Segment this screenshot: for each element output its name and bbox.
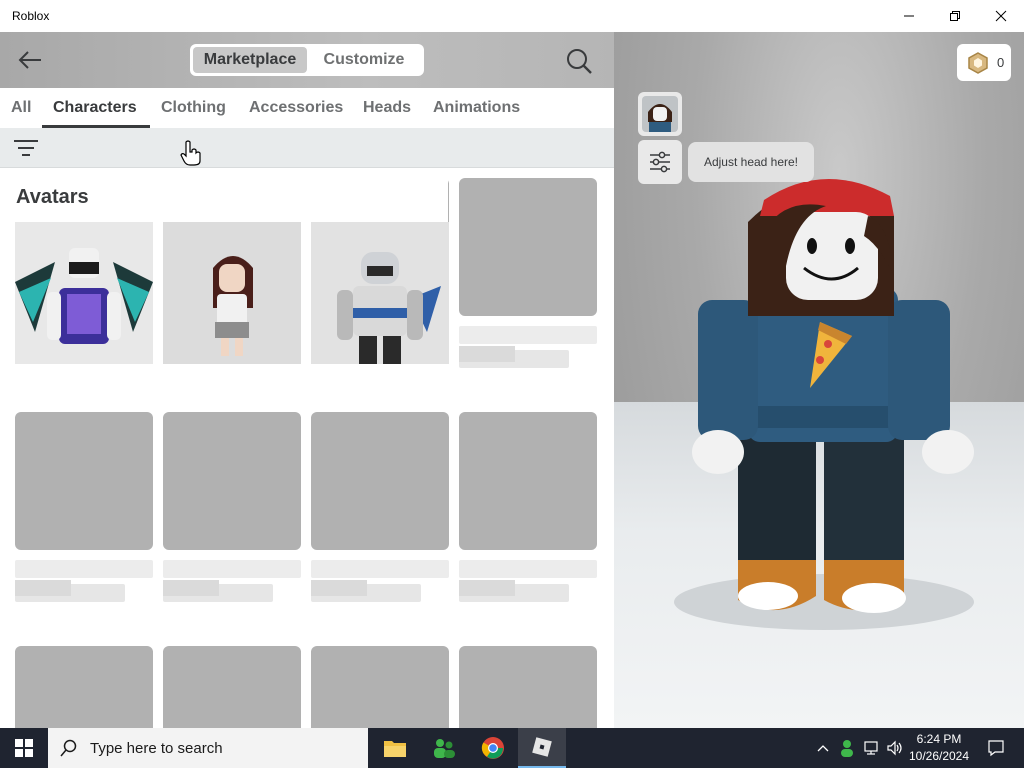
avatar-headshot-icon (642, 96, 678, 132)
arrow-left-icon (18, 51, 41, 69)
search-icon (567, 49, 592, 74)
window-title: Roblox (12, 9, 50, 23)
tab-animations[interactable]: Animations (433, 99, 520, 117)
avatar-figure (674, 178, 974, 630)
taskbar: Type here to search 6:24 PM 10/26/2024 (0, 728, 1024, 768)
volume-icon (887, 740, 902, 756)
filter-icon (14, 140, 38, 156)
taskbar-search[interactable]: Type here to search (48, 728, 368, 768)
category-tabs: All Characters Clothing Accessories Head… (0, 88, 614, 128)
file-explorer-taskbar-button[interactable] (371, 728, 419, 768)
close-icon[interactable] (978, 0, 1024, 32)
network-icon (864, 741, 878, 755)
customize-tab[interactable]: Customize (307, 47, 421, 73)
search-icon (60, 739, 77, 757)
robux-icon (968, 51, 988, 74)
list-item[interactable] (459, 178, 597, 368)
item-grid: Avatars (0, 168, 614, 728)
show-hidden-icons-button[interactable] (814, 728, 832, 768)
network-button[interactable] (860, 728, 882, 768)
hand-cursor-icon (180, 140, 201, 166)
avatar-thumbnail (311, 222, 449, 364)
people-icon (841, 740, 853, 757)
avatar-viewport[interactable] (614, 32, 1024, 728)
people-icon (434, 739, 455, 758)
back-button[interactable] (14, 46, 46, 74)
window-titlebar: Roblox (0, 0, 1024, 32)
chrome-icon (481, 737, 504, 759)
app-area: Marketplace Customize 0 Adjust head here… (0, 32, 1024, 728)
taskbar-search-placeholder: Type here to search (90, 739, 223, 757)
avatars-title: Avatars (16, 186, 89, 208)
start-button[interactable] (0, 728, 48, 768)
adjust-head-tooltip: Adjust head here! (688, 142, 814, 182)
tab-characters[interactable]: Characters (53, 99, 137, 117)
avatar-card[interactable] (311, 222, 449, 364)
chrome-taskbar-button[interactable] (469, 728, 517, 768)
clock-date: 10/26/2024 (908, 749, 970, 763)
search-button[interactable] (564, 46, 594, 76)
adjust-head-button[interactable] (638, 140, 682, 184)
filter-button[interactable] (12, 136, 40, 160)
avatar-thumbnail (163, 222, 301, 364)
notification-icon (988, 740, 1004, 757)
clock-time: 6:24 PM (916, 732, 962, 746)
taskbar-clock[interactable]: 6:24 PM 10/26/2024 (906, 731, 972, 765)
list-item[interactable] (15, 646, 153, 728)
marketplace-tab[interactable]: Marketplace (193, 47, 307, 73)
tab-heads[interactable]: Heads (363, 99, 411, 117)
avatar-thumbnail (15, 222, 153, 364)
xbox-taskbar-button[interactable] (420, 728, 468, 768)
avatar-card[interactable] (163, 222, 301, 364)
tab-all[interactable]: All (11, 99, 31, 117)
robux-balance[interactable]: 0 (957, 44, 1011, 81)
list-item[interactable] (15, 412, 153, 602)
sliders-icon (650, 151, 670, 173)
catalog-panel: All Characters Clothing Accessories Head… (0, 88, 614, 728)
robux-count: 0 (997, 55, 1005, 70)
avatar-card[interactable] (15, 222, 153, 364)
mode-switcher: Marketplace Customize (190, 44, 424, 76)
roblox-taskbar-button[interactable] (518, 728, 566, 768)
list-item[interactable] (459, 412, 597, 602)
minimize-icon[interactable] (886, 0, 932, 32)
tab-clothing[interactable]: Clothing (161, 99, 226, 117)
windows-logo-icon (15, 739, 33, 757)
list-item[interactable] (163, 412, 301, 602)
filter-bar (0, 128, 614, 168)
tray-people-button[interactable] (836, 728, 858, 768)
avatars-section: Avatars (14, 178, 449, 364)
list-item[interactable] (311, 412, 449, 602)
list-item[interactable] (311, 646, 449, 728)
chevron-up-icon (817, 745, 829, 752)
list-item[interactable] (459, 646, 597, 728)
tab-accessories[interactable]: Accessories (249, 99, 343, 117)
roblox-icon (532, 737, 552, 757)
volume-button[interactable] (884, 728, 906, 768)
list-item[interactable] (163, 646, 301, 728)
folder-icon (384, 741, 406, 757)
action-center-button[interactable] (976, 728, 1016, 768)
restore-icon[interactable] (932, 0, 978, 32)
avatar-headshot-button[interactable] (638, 92, 682, 136)
